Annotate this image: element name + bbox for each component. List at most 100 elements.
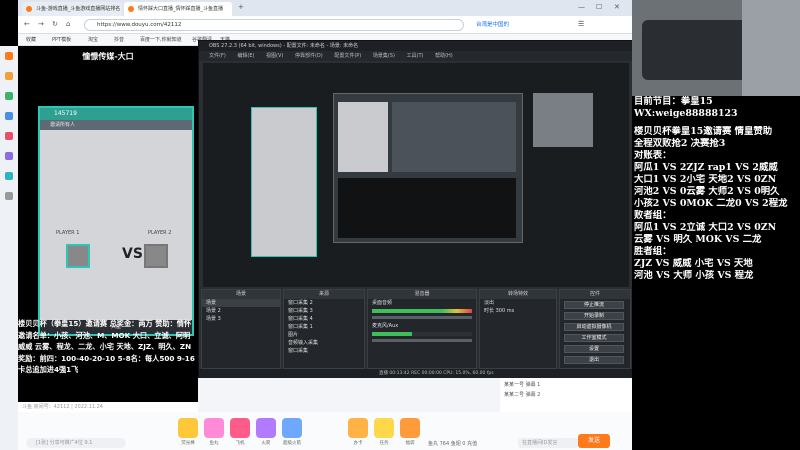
obs-menu-item[interactable]: 文件(F) xyxy=(209,53,226,59)
obs-menu-item[interactable]: 编辑(E) xyxy=(237,53,254,59)
schedule-line: WX:weige88888123 xyxy=(634,108,738,119)
new-tab-icon[interactable]: + xyxy=(238,3,244,11)
obs-menu-item[interactable]: 视图(V) xyxy=(266,53,283,59)
tab-bar: 斗鱼-游戏直播_斗鱼游戏直播网站排名 情怀踩大口直播_情怀踩直播_斗鱼直播 + … xyxy=(18,0,632,16)
room-id: 145719 xyxy=(40,108,192,120)
source-item[interactable]: 窗口采集 3 xyxy=(284,307,364,315)
minimize-icon[interactable]: — xyxy=(578,3,585,11)
player1-slot xyxy=(66,244,90,268)
gift-label: 飞机 xyxy=(235,441,245,446)
gift-super-rocket-icon[interactable] xyxy=(282,418,302,438)
back-icon[interactable]: ← xyxy=(24,20,30,28)
exit-button[interactable]: 退出 xyxy=(564,356,624,364)
follow-icon[interactable] xyxy=(5,72,13,80)
volume-slider[interactable] xyxy=(372,339,472,342)
game-icon[interactable] xyxy=(5,132,13,140)
source-item[interactable]: 窗口采集 2 xyxy=(284,299,364,307)
nested-game-capture xyxy=(338,102,388,172)
source-item[interactable]: 音频输入采集 xyxy=(284,339,364,347)
balance-text: 鱼丸 764 鱼翅 0 充值 xyxy=(428,441,478,447)
studio-mode-button[interactable]: 工作室模式 xyxy=(564,334,624,342)
gift-rocket-icon[interactable] xyxy=(256,418,276,438)
stream-video[interactable]: 憧憬传媒-大口 145719 邀请所有人 PLAYER 1 PLAYER 2 V… xyxy=(18,46,198,402)
volume-slider[interactable] xyxy=(372,316,472,319)
source-item[interactable]: 窗口采集 xyxy=(284,347,364,355)
obs-menu-item[interactable]: 配置文件(P) xyxy=(334,53,361,59)
obs-window: OBS 27.2.3 (64 bit, windows) - 配置文件: 未命名… xyxy=(198,40,634,378)
history-icon[interactable] xyxy=(5,192,13,200)
gift-task-icon[interactable] xyxy=(374,418,394,438)
overlay-line: 卡总追加进4强1飞 xyxy=(18,365,79,374)
chat-input[interactable]: 在直播间ID发言 xyxy=(518,438,578,448)
gift-label: 超级火箭 xyxy=(283,441,301,446)
room-subtitle: 邀请所有人 xyxy=(40,120,192,130)
overlay-line: 威威 云雾、程龙、二龙、小宅 天地、ZJZ、明久、ZN xyxy=(18,342,192,351)
gift-bag-icon[interactable] xyxy=(400,418,420,438)
bookmark-item[interactable]: PPT模板 xyxy=(52,36,71,43)
obs-menu-item[interactable]: 停靠部件(D) xyxy=(295,53,323,59)
preview-webcam xyxy=(533,93,593,147)
video-icon[interactable] xyxy=(5,112,13,120)
scene-item[interactable]: 场景 xyxy=(202,299,280,307)
schedule-line: 阿瓜1 VS 2立诚 大口2 VS 0ZN xyxy=(634,222,777,233)
stream-overlay-text: 楼贝贝杯（拳皇15）邀请赛 总奖金：两万 赞助：情怀 邀请名单：小孩、河池、M、… xyxy=(18,318,198,376)
mixer-channel-label: 麦克风/Aux xyxy=(372,323,399,329)
home-icon[interactable]: ⌂ xyxy=(66,20,70,28)
nested-preview xyxy=(392,102,516,172)
source-item[interactable]: 图片 xyxy=(284,331,364,339)
menu-icon[interactable]: ☰ xyxy=(578,20,584,28)
tab-douyu-home[interactable]: 斗鱼-游戏直播_斗鱼游戏直播网站排名 xyxy=(22,2,122,16)
shop-icon[interactable] xyxy=(5,152,13,160)
send-button[interactable]: 发送 xyxy=(578,434,610,448)
close-icon[interactable]: ✕ xyxy=(614,3,620,11)
mixer-header: 混音器 xyxy=(368,290,476,299)
gift-card-icon[interactable] xyxy=(348,418,368,438)
source-item[interactable]: 窗口采集 4 xyxy=(284,315,364,323)
monitor xyxy=(742,0,800,96)
sources-dock: 来源 窗口采集 2 窗口采集 3 窗口采集 4 窗口采集 1 图片 音频输入采集… xyxy=(283,289,365,369)
gift-label: 荧光棒 xyxy=(181,441,195,446)
webcam-feed xyxy=(632,0,800,96)
source-item[interactable]: 窗口采集 1 xyxy=(284,323,364,331)
obs-menu-item[interactable]: 工具(T) xyxy=(407,53,424,59)
settings-button[interactable]: 设置 xyxy=(564,345,624,353)
refresh-icon[interactable]: ↻ xyxy=(52,20,58,28)
schedule-line: 败者组： xyxy=(634,210,672,221)
category-icon[interactable] xyxy=(5,92,13,100)
bookmark-item[interactable]: 抖音 xyxy=(114,36,124,43)
obs-menu-item[interactable]: 场景集(S) xyxy=(373,53,395,59)
share-input[interactable]: [1张] 分享可推广4位 9.1 xyxy=(26,438,126,448)
obs-menu: 文件(F) 编辑(E) 视图(V) 停靠部件(D) 配置文件(P) 场景集(S)… xyxy=(199,51,633,61)
mixer-meter xyxy=(372,309,472,313)
obs-docks: 场景 场景 场景 2 场景 3 来源 窗口采集 2 窗口采集 3 窗口采集 4 … xyxy=(199,289,633,369)
gift-fishball-icon[interactable] xyxy=(204,418,224,438)
bookmark-item[interactable]: 百度一下,你就知道 xyxy=(140,36,182,43)
scenes-header: 场景 xyxy=(202,290,280,299)
home-icon[interactable] xyxy=(5,52,13,60)
url-input[interactable]: https://www.douyu.com/42112 xyxy=(84,19,464,31)
bookmark-item[interactable]: 收藏 xyxy=(26,36,36,43)
security-text[interactable]: 台湾是中国的 xyxy=(476,20,509,28)
obs-title: OBS 27.2.3 (64 bit, windows) - 配置文件: 未命名… xyxy=(199,41,633,51)
gift-plane-icon[interactable] xyxy=(230,418,250,438)
virtual-camera-button[interactable]: 启动虚拟摄像机 xyxy=(564,323,624,331)
gift-glowstick-icon[interactable] xyxy=(178,418,198,438)
tab-label: 情怀踩大口直播_情怀踩直播_斗鱼直播 xyxy=(138,6,224,12)
scene-item[interactable]: 场景 2 xyxy=(202,307,280,315)
bookmark-item[interactable]: 淘宝 xyxy=(88,36,98,43)
tab-stream[interactable]: 情怀踩大口直播_情怀踩直播_斗鱼直播 xyxy=(124,2,232,16)
douyu-favicon-icon xyxy=(128,6,134,12)
obs-preview[interactable] xyxy=(203,63,629,287)
transition-duration[interactable]: 时长 300 ms xyxy=(480,307,556,315)
maximize-icon[interactable]: ☐ xyxy=(596,3,602,11)
schedule-line: 全程双败抢2 决赛抢3 xyxy=(634,138,726,149)
transition-select[interactable]: 淡出 xyxy=(480,299,556,307)
schedule-line: 大口1 VS 2小宅 天地2 VS 0ZN xyxy=(634,174,777,185)
start-recording-button[interactable]: 开始录制 xyxy=(564,312,624,320)
obs-menu-item[interactable]: 帮助(H) xyxy=(435,53,453,59)
forward-icon[interactable]: → xyxy=(38,20,44,28)
scene-item[interactable]: 场景 3 xyxy=(202,315,280,323)
more-icon[interactable] xyxy=(5,172,13,180)
nested-text-area xyxy=(338,178,516,238)
stop-streaming-button[interactable]: 停止推流 xyxy=(564,301,624,309)
